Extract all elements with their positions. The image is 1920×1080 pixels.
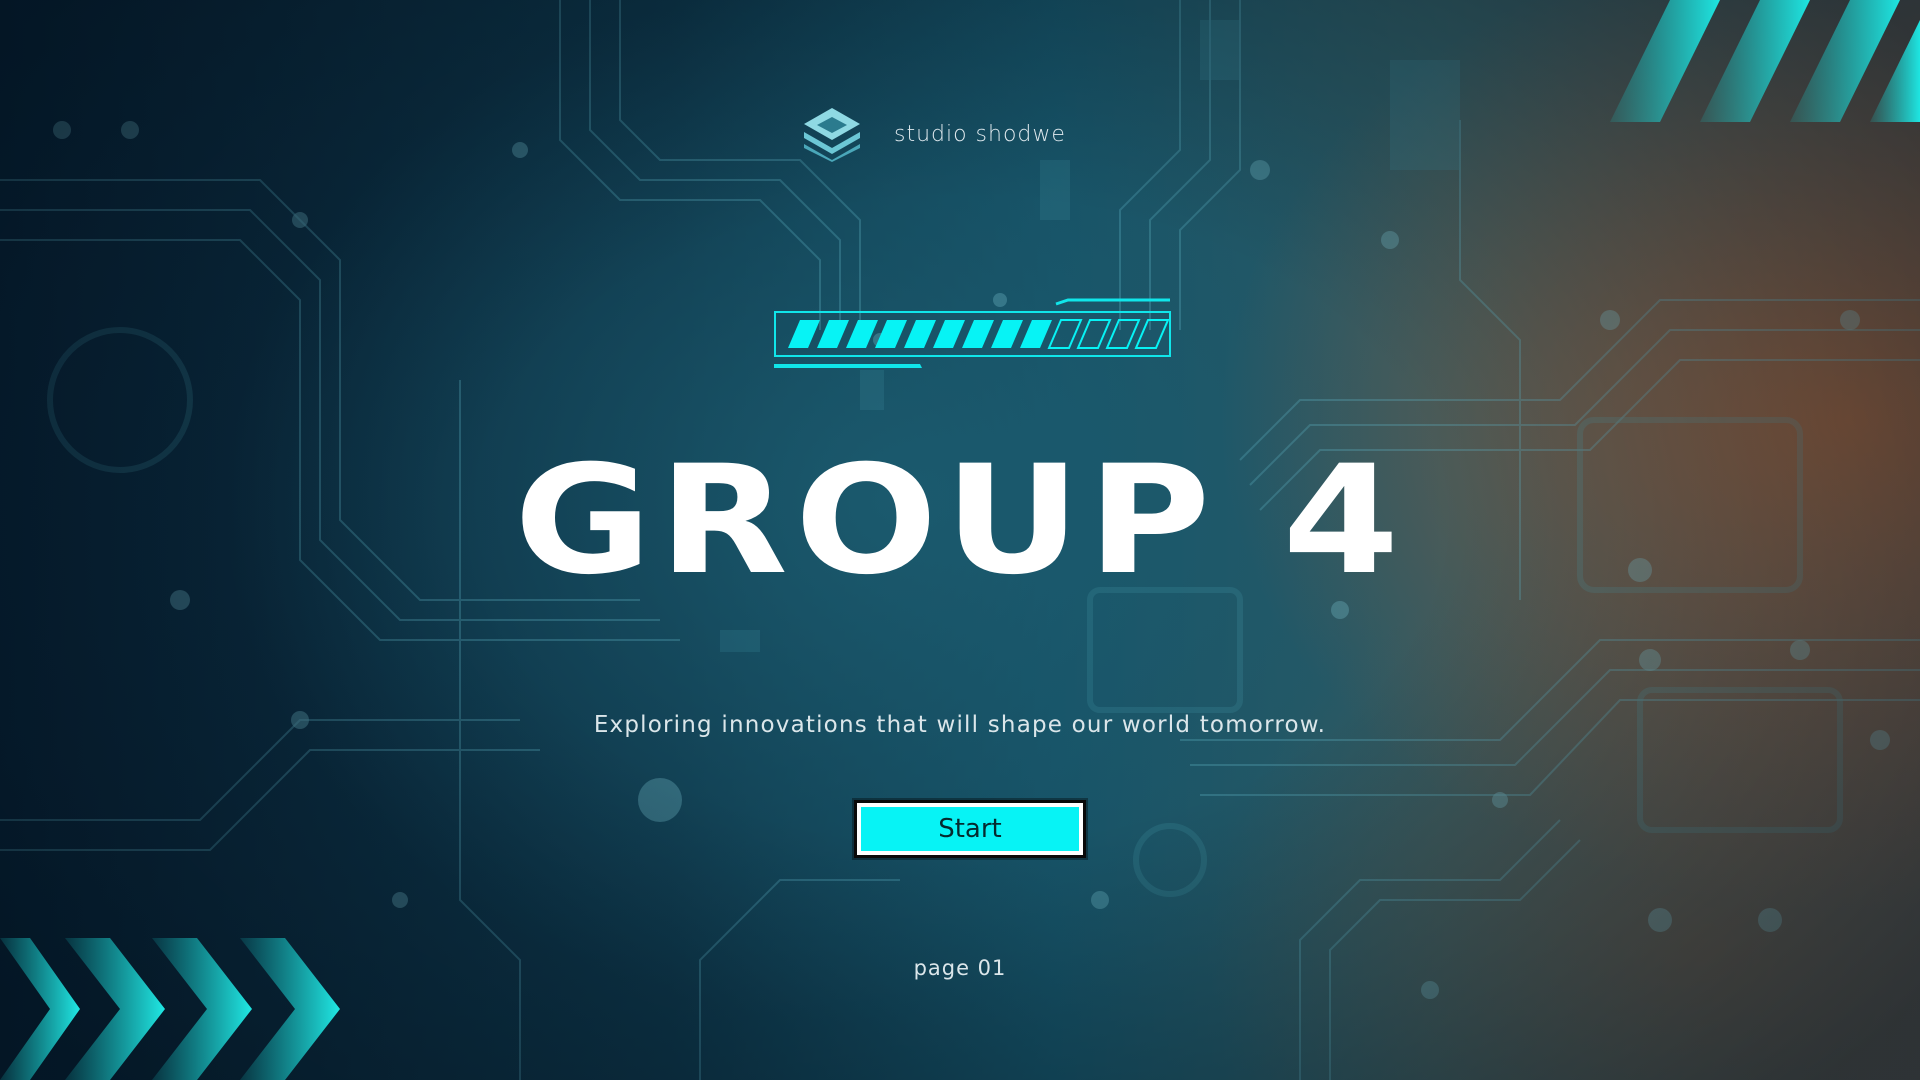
brand: studio shodwe: [802, 106, 1066, 162]
progress-segment-filled: [933, 320, 965, 348]
start-button[interactable]: Start: [854, 800, 1086, 858]
progress-segment-filled: [1020, 320, 1052, 348]
progress-segment-filled: [875, 320, 907, 348]
progress-segment-empty: [1134, 319, 1170, 349]
progress-segment-empty: [1047, 319, 1083, 349]
progress-segment-filled: [962, 320, 994, 348]
subtitle: Exploring innovations that will shape ou…: [593, 712, 1327, 738]
chevron-stripes-icon: [1610, 0, 1920, 122]
progress-segment-empty: [1105, 319, 1141, 349]
loading-progress-bar: [774, 298, 1171, 368]
title-slide: studio shodwe GROUP 4 Exploring innovati…: [0, 0, 1920, 1080]
progress-segment-filled: [846, 320, 878, 348]
progress-segment-filled: [788, 320, 820, 348]
brand-name: studio shodwe: [894, 121, 1066, 147]
progress-segment-filled: [991, 320, 1023, 348]
page-title: GROUP 4: [513, 434, 1407, 608]
progress-segment-filled: [904, 320, 936, 348]
page-number: page 01: [913, 956, 1007, 980]
start-button-label: Start: [938, 814, 1002, 844]
progress-segment-empty: [1076, 319, 1112, 349]
progress-segment-filled: [817, 320, 849, 348]
stacked-layers-logo-icon: [804, 108, 860, 162]
